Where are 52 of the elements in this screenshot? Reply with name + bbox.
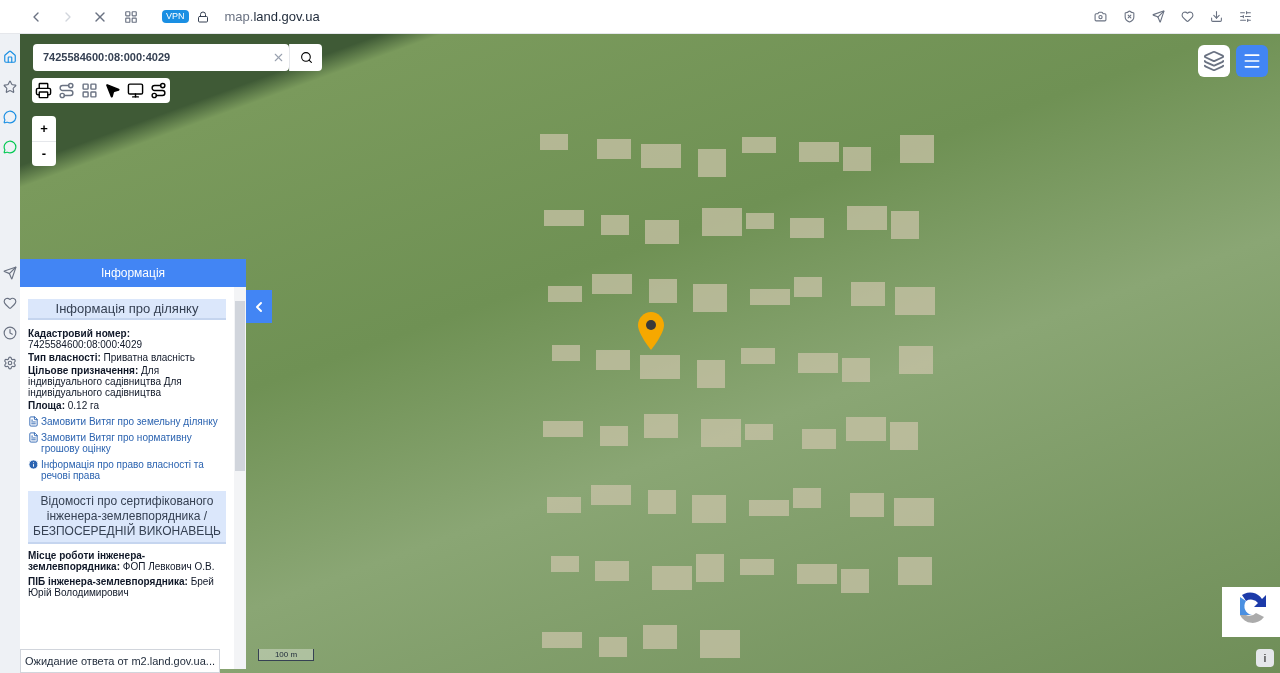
field-text: Цільове призначення: Для індивідуального садівництва Для індивідуального садівництва [28, 365, 183, 398]
send-icon[interactable] [3, 266, 17, 280]
field-text: Тип власності: Приватна власність [28, 352, 196, 363]
pointer-icon[interactable] [104, 82, 121, 99]
collapse-panel-button[interactable] [246, 290, 272, 323]
scale-bar: 100 m [258, 649, 314, 661]
field-text: Кадастровий номер: 7425584600:08:000:4029 [28, 328, 143, 350]
section-heading: Відомості про сертифікованого інженера-землевпорядника / БЕЗПОСЕРЕДНІЙ ВИКОНАВЕЦЬ [28, 491, 226, 544]
settings-icon[interactable] [3, 356, 17, 370]
url-field[interactable]: map.land.gov.ua [224, 6, 320, 27]
search-button[interactable] [289, 44, 322, 71]
document-icon [28, 416, 39, 427]
camera-icon[interactable] [1094, 10, 1107, 23]
status-tooltip: Ожидание ответа от m2.land.gov.ua... [20, 648, 220, 673]
section-heading: Інформація про ділянку [28, 299, 226, 320]
link[interactable]: Замовити Витяг про земельну ділянку [41, 416, 218, 427]
info-button[interactable]: i [1256, 649, 1274, 667]
clock-icon[interactable] [3, 326, 17, 340]
clear-icon[interactable] [272, 51, 285, 64]
heart-icon[interactable] [3, 296, 17, 310]
info-icon [28, 459, 39, 470]
zoom-in-button[interactable]: + [32, 116, 56, 141]
link[interactable]: Інформація про право власності та речові права [41, 459, 226, 481]
recaptcha-icon [1222, 587, 1280, 637]
field-text: ПІБ інженера-землевпорядника: Брей Юрій Володимирович [28, 576, 215, 598]
chat-icon[interactable] [3, 110, 17, 124]
location-pin-icon [638, 312, 664, 350]
search-icon [299, 51, 313, 64]
satellite-map[interactable] [20, 34, 1280, 673]
search-field[interactable]: 7425584600:08:000:4029 [33, 44, 289, 71]
settings-icon[interactable] [1239, 10, 1252, 23]
star-icon[interactable] [3, 80, 17, 94]
layers-icon [1203, 50, 1225, 72]
route-icon[interactable] [150, 82, 167, 99]
document-icon [28, 432, 39, 443]
lock-icon [196, 10, 209, 23]
layers-button[interactable] [1198, 45, 1230, 77]
print-icon[interactable] [35, 82, 52, 99]
send-icon[interactable] [1152, 10, 1165, 23]
grid-icon[interactable] [124, 9, 138, 24]
scrollbar[interactable] [234, 287, 246, 669]
heart-icon[interactable] [1181, 10, 1194, 23]
download-icon[interactable] [1210, 10, 1223, 23]
home-icon[interactable] [3, 50, 17, 64]
field-text: Місце роботи інженера-землевпорядника: ФОП Левкович О.В. [28, 550, 216, 572]
link[interactable]: Замовити Витяг про нормативну грошову оцінку [41, 432, 226, 454]
field-text: Площа: 0.12 га [28, 400, 100, 411]
panel-header: Інформація [20, 259, 246, 287]
menu-icon [1242, 51, 1262, 71]
menu-button[interactable] [1236, 45, 1268, 77]
zoom-out-button[interactable]: - [32, 141, 56, 166]
shield-icon[interactable] [1123, 10, 1136, 23]
